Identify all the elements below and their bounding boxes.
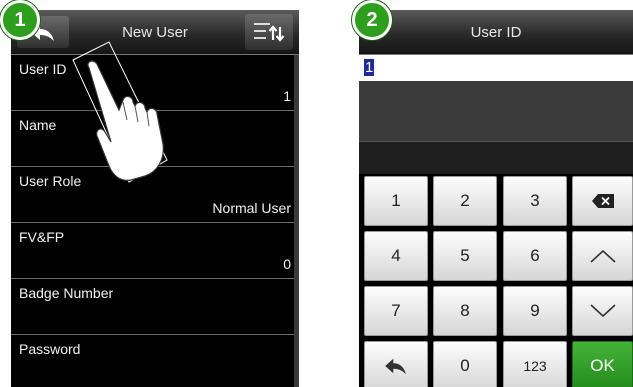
key-label: OK [590, 356, 615, 375]
scrollbar[interactable] [294, 55, 299, 387]
key-label: 7 [391, 301, 401, 320]
key-7[interactable]: 7 [364, 286, 428, 336]
spacer-band [359, 142, 633, 174]
field-label: Badge Number [19, 285, 114, 301]
key-2[interactable]: 2 [433, 176, 497, 226]
user-id-input[interactable]: 1 [359, 55, 633, 81]
input-value: 1 [364, 59, 375, 76]
field-value: 1 [283, 88, 291, 104]
ok-button[interactable]: OK [572, 341, 633, 387]
field-label: User ID [19, 61, 67, 77]
chevron-down-icon [589, 304, 616, 318]
step-number: 2 [366, 8, 378, 31]
key-4[interactable]: 4 [364, 231, 428, 281]
field-label: Name [19, 117, 57, 133]
key-label: 4 [391, 246, 401, 265]
step-2-badge: 2 [352, 0, 392, 40]
key-8[interactable]: 8 [433, 286, 497, 336]
mode-123-key[interactable]: 123 [503, 341, 567, 387]
field-label: Password [19, 341, 81, 357]
backspace-key[interactable] [572, 176, 633, 226]
up-key[interactable] [572, 231, 633, 281]
key-9[interactable]: 9 [503, 286, 567, 336]
step-1-badge: 1 [0, 0, 40, 40]
chevron-up-icon [589, 249, 616, 263]
backspace-icon [591, 194, 614, 208]
down-key[interactable] [572, 286, 633, 336]
key-label: 3 [530, 191, 540, 210]
screen-title: New User [122, 23, 188, 41]
key-label: 8 [460, 301, 470, 320]
key-label: 9 [530, 301, 540, 320]
tapping-hand-icon [72, 41, 168, 183]
field-label: FV&FP [19, 229, 65, 245]
key-label: 5 [460, 246, 470, 265]
key-0[interactable]: 0 [433, 341, 497, 387]
key-label: 6 [530, 246, 540, 265]
back-arrow-icon [385, 358, 406, 375]
new-user-screen: New User User ID 1 Name User Role Normal… [11, 10, 299, 387]
user-id-input-screen: User ID 1 1 2 3 4 5 6 7 8 9 0 123 OK [359, 10, 633, 387]
step-number: 1 [14, 8, 26, 31]
key-label: 1 [391, 191, 401, 210]
screen-title: User ID [470, 23, 522, 41]
key-label: 123 [523, 358, 547, 374]
title-bar: User ID [359, 10, 633, 55]
field-value: Normal User [212, 200, 291, 216]
field-value: 0 [283, 256, 291, 272]
back-key[interactable] [364, 341, 428, 387]
key-label: 0 [460, 356, 470, 375]
key-5[interactable]: 5 [433, 231, 497, 281]
sort-button[interactable] [245, 14, 293, 50]
key-6[interactable]: 6 [503, 231, 567, 281]
key-3[interactable]: 3 [503, 176, 567, 226]
sort-list-icon [254, 23, 285, 42]
key-label: 2 [460, 191, 470, 210]
field-password[interactable]: Password [11, 335, 299, 387]
key-1[interactable]: 1 [364, 176, 428, 226]
candidate-area [359, 81, 633, 142]
field-badge-number[interactable]: Badge Number [11, 279, 299, 335]
field-fv-fp[interactable]: FV&FP 0 [11, 223, 299, 279]
